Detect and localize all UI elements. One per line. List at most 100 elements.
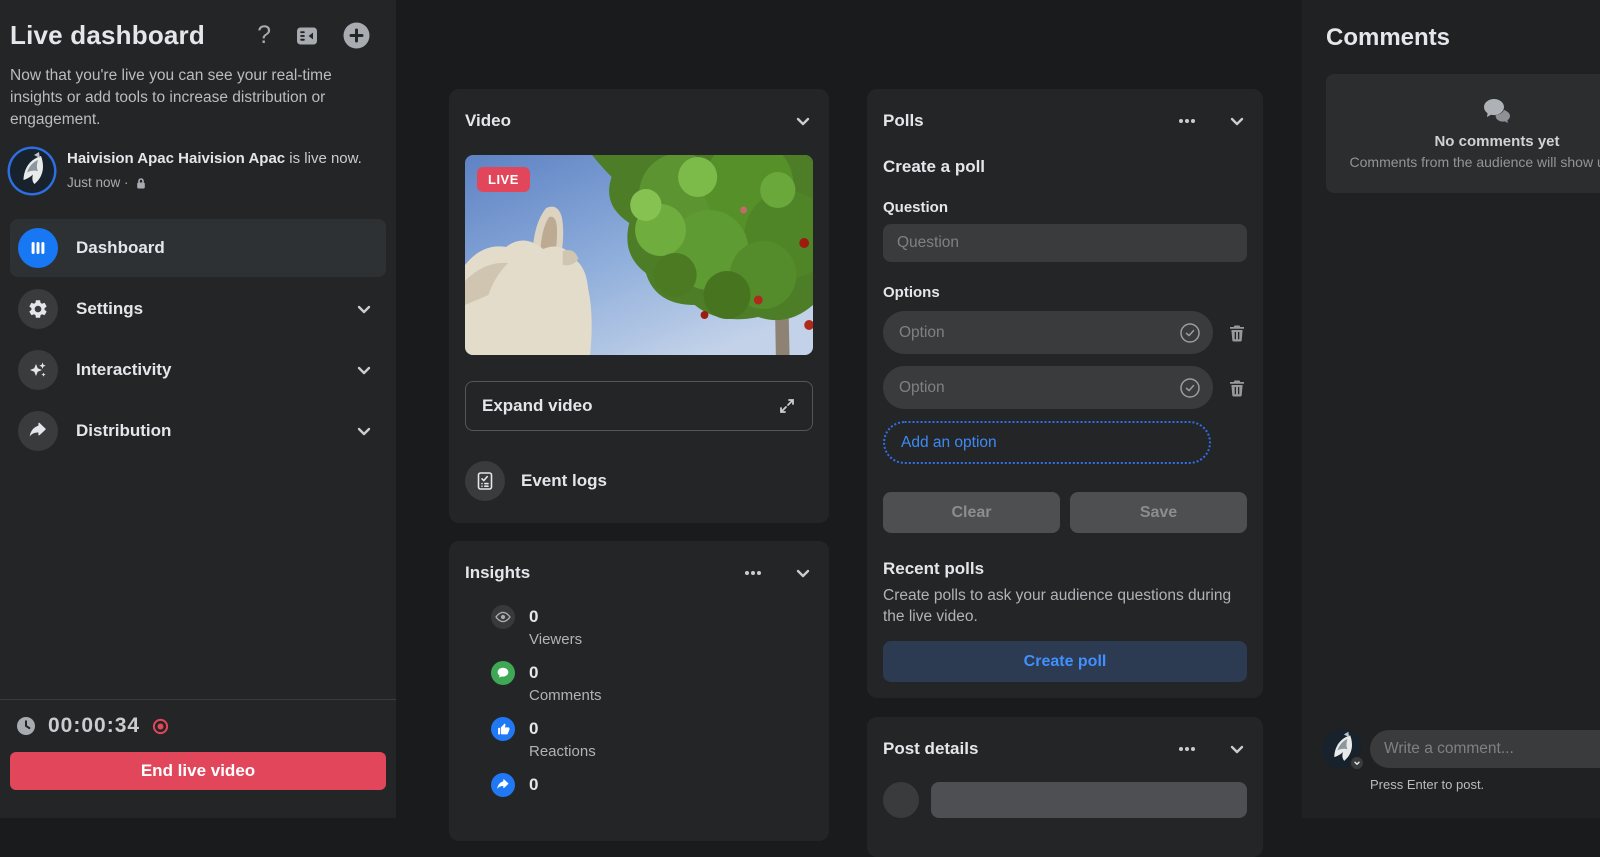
expand-video-label: Expand video [482, 396, 593, 416]
live-status-text: Haivision Apac Haivision Apac is live no… [67, 149, 362, 193]
polls-card-title: Polls [883, 111, 924, 131]
collapse-panel-button[interactable] [295, 24, 319, 48]
panel-collapse-icon [295, 24, 319, 48]
option-input-2[interactable] [883, 366, 1213, 409]
event-logs-label: Event logs [521, 471, 607, 491]
event-logs-icon [465, 461, 505, 501]
delete-option-button[interactable] [1227, 378, 1247, 398]
post-details-title: Post details [883, 739, 978, 759]
chevron-down-icon[interactable] [1227, 111, 1247, 131]
clear-button[interactable]: Clear [883, 492, 1060, 533]
post-details-row [883, 782, 1247, 818]
sparkles-icon [18, 350, 58, 390]
delete-option-button[interactable] [1227, 323, 1247, 343]
add-option-button[interactable]: Add an option [883, 421, 1211, 464]
save-button[interactable]: Save [1070, 492, 1247, 533]
stat-shares: 0 [491, 773, 813, 799]
record-icon [152, 718, 169, 735]
video-preview: LIVE [465, 155, 813, 355]
option-row [883, 311, 1247, 354]
expand-icon [778, 397, 796, 415]
sidebar-item-label: Interactivity [76, 360, 171, 380]
dashboard-icon [18, 228, 58, 268]
sidebar-item-distribution[interactable]: Distribution [10, 402, 386, 460]
trash-icon [1227, 323, 1247, 343]
end-live-video-button[interactable]: End live video [10, 752, 386, 790]
stat-viewers: 0 Viewers [491, 605, 813, 648]
page-name: Haivision Apac Haivision Apac [67, 150, 285, 167]
comments-empty-state: No comments yet Comments from the audien… [1326, 74, 1600, 193]
check-circle-icon [1179, 322, 1201, 344]
add-button[interactable] [343, 22, 370, 49]
page-logo-icon [10, 149, 54, 193]
comments-panel: Comments No comments yet Comments from t… [1302, 0, 1600, 818]
sidebar-footer: 00:00:34 End live video [0, 699, 396, 818]
comment-composer: Press Enter to post. [1322, 729, 1600, 792]
trash-icon [1227, 378, 1247, 398]
chevron-down-icon[interactable] [793, 563, 813, 583]
timestamp: Just now · [67, 173, 129, 193]
post-details-header: Post details [883, 733, 1247, 765]
live-badge: LIVE [477, 167, 530, 192]
chevron-down-icon[interactable] [1227, 739, 1247, 759]
sidebar-header: Live dashboard ? [10, 0, 386, 51]
comment-bubble-icon [491, 661, 515, 685]
lock-icon [135, 177, 147, 190]
create-poll-button[interactable]: Create poll [883, 641, 1247, 682]
video-card-header: Video [465, 105, 813, 137]
help-button[interactable]: ? [257, 23, 271, 48]
chevron-down-icon [1349, 755, 1365, 771]
insights-stats: 0 Viewers 0 Comments [465, 605, 813, 799]
sidebar-item-settings[interactable]: Settings [10, 280, 386, 338]
insights-card: Insights 0 Viewers [449, 541, 829, 841]
option-input-1[interactable] [883, 311, 1213, 354]
help-icon: ? [257, 23, 271, 48]
main-content: Video [396, 0, 1302, 818]
question-label: Question [883, 199, 1247, 216]
stat-label: Comments [529, 687, 813, 704]
composer-hint: Press Enter to post. [1370, 777, 1600, 792]
video-column: Video [449, 89, 829, 841]
comment-input[interactable] [1370, 730, 1600, 768]
chevron-down-icon[interactable] [793, 111, 813, 131]
chat-bubbles-icon [1483, 98, 1511, 124]
stat-label: Viewers [529, 631, 813, 648]
gear-icon [18, 289, 58, 329]
composer-identity-button[interactable] [1322, 729, 1362, 769]
stat-value: 0 [529, 775, 813, 795]
sidebar-actions: ? [257, 22, 386, 49]
avatar [883, 782, 919, 818]
video-card-title: Video [465, 111, 511, 131]
page-title: Live dashboard [10, 20, 205, 51]
insights-card-title: Insights [465, 563, 530, 583]
option-row [883, 366, 1247, 409]
sidebar: Live dashboard ? [0, 0, 396, 818]
live-status-meta: Just now · [67, 173, 362, 193]
avatar [10, 149, 54, 193]
stat-value: 0 [529, 719, 813, 739]
live-timer: 00:00:34 [10, 714, 386, 738]
more-options-icon[interactable] [743, 563, 763, 583]
expand-video-button[interactable]: Expand video [465, 381, 813, 431]
more-options-icon[interactable] [1177, 111, 1197, 131]
question-input[interactable] [883, 224, 1247, 262]
comments-title: Comments [1326, 24, 1600, 52]
timer-value: 00:00:34 [48, 714, 140, 738]
check-circle-icon [1179, 377, 1201, 399]
video-card: Video [449, 89, 829, 523]
chevron-down-icon [354, 299, 374, 319]
options-label: Options [883, 284, 1247, 301]
sidebar-item-label: Dashboard [76, 238, 165, 258]
event-logs-row[interactable]: Event logs [465, 455, 813, 507]
stat-value: 0 [529, 607, 813, 627]
post-details-card: Post details [867, 717, 1263, 857]
share-arrow-icon [18, 411, 58, 451]
more-options-icon[interactable] [1177, 739, 1197, 759]
live-status-suffix: is live now. [285, 150, 362, 167]
sidebar-item-interactivity[interactable]: Interactivity [10, 341, 386, 399]
sidebar-item-label: Distribution [76, 421, 171, 441]
recent-polls-description: Create polls to ask your audience questi… [883, 585, 1247, 627]
post-title-field [931, 782, 1247, 818]
sidebar-item-dashboard[interactable]: Dashboard [10, 219, 386, 277]
clock-icon [16, 716, 36, 736]
